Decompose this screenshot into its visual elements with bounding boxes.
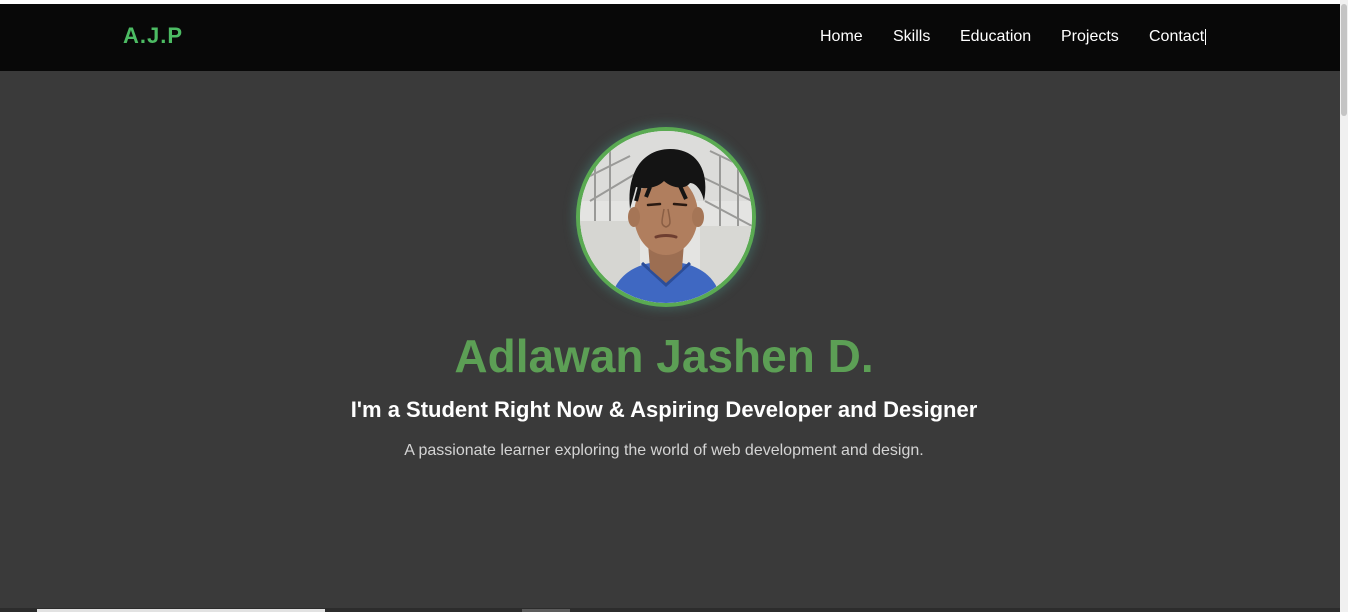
nav-link-contact[interactable]: Contact (1149, 27, 1207, 46)
vertical-scrollbar-thumb[interactable] (1341, 4, 1347, 116)
hero-section: Adlawan Jashen D. I'm a Student Right No… (0, 71, 1340, 612)
hero-description: A passionate learner exploring the world… (404, 442, 924, 459)
portfolio-page: A.J.P Home Skills Education Projects Con… (0, 4, 1340, 612)
nav-menu: Home Skills Education Projects Contact (0, 27, 1340, 47)
hero-subtitle: I'm a Student Right Now & Aspiring Devel… (350, 397, 978, 422)
hero-name-heading: Adlawan Jashen D. (454, 330, 874, 382)
nav-link-projects[interactable]: Projects (1061, 27, 1119, 46)
browser-viewport: A.J.P Home Skills Education Projects Con… (0, 0, 1348, 612)
nav-link-home[interactable]: Home (820, 27, 863, 46)
nav-link-education[interactable]: Education (960, 27, 1031, 46)
vertical-scrollbar[interactable] (1340, 0, 1348, 612)
top-navbar: A.J.P Home Skills Education Projects Con… (0, 4, 1340, 71)
nav-link-skills[interactable]: Skills (893, 27, 930, 46)
profile-photo (576, 127, 756, 307)
profile-photo-illustration (580, 131, 752, 303)
